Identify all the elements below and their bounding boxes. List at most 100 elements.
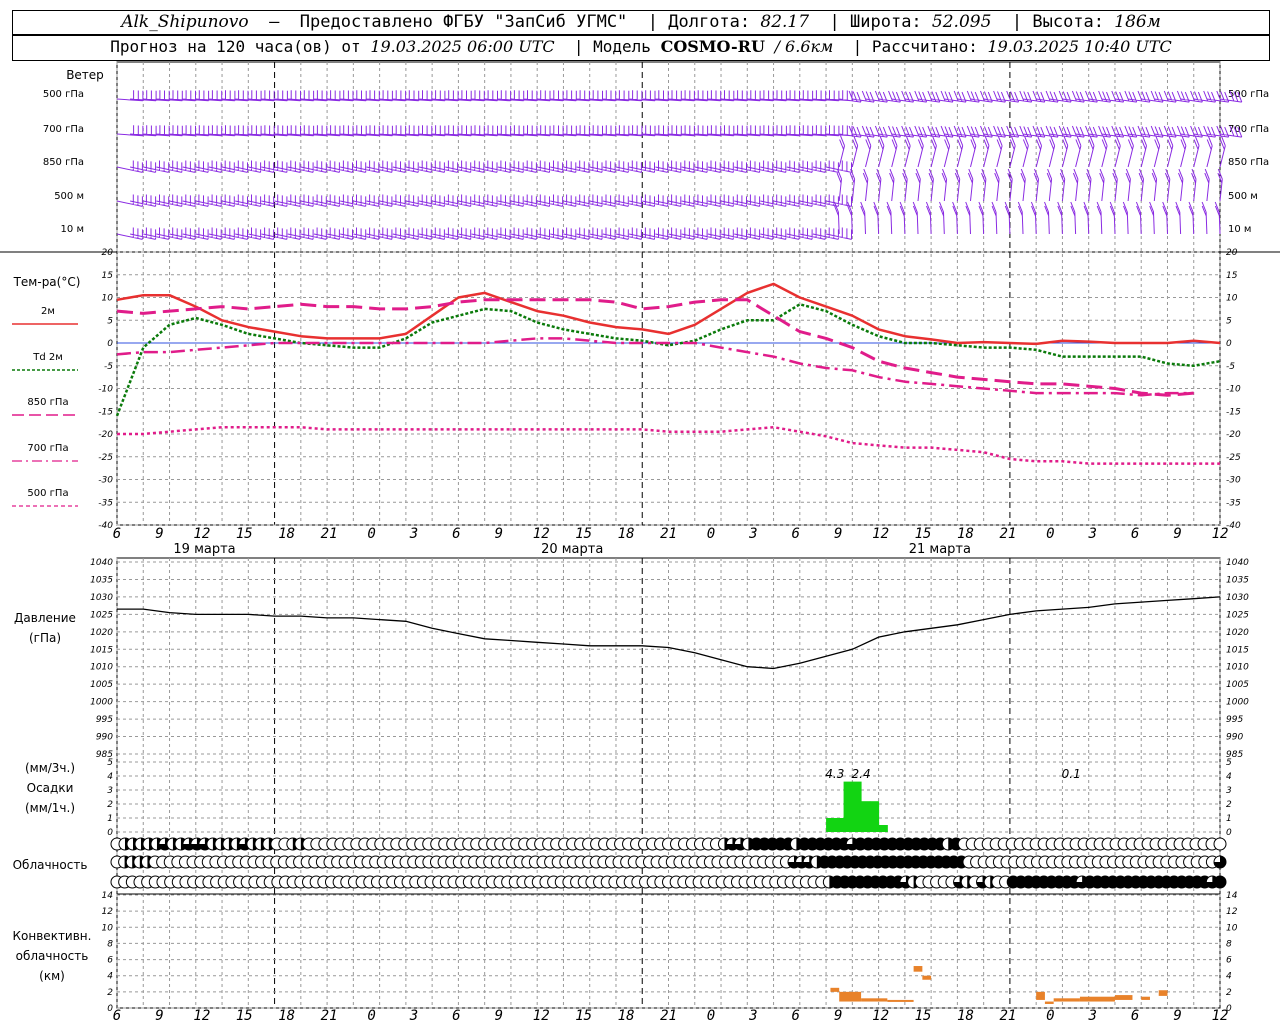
- temp-legend-label: 2м: [41, 306, 55, 317]
- date-label: 21 марта: [909, 542, 971, 557]
- conv-cloud-bar: [913, 966, 923, 972]
- temp-tick-label: 5: [107, 316, 113, 326]
- pressure-tick-label: 1015: [90, 645, 113, 655]
- temp-tick-label: -25: [1226, 453, 1241, 463]
- wind-level-label: 700 гПа: [1228, 124, 1269, 135]
- x-tick-label-upper: 6: [792, 526, 800, 542]
- wind-level-label: 10 м: [1228, 224, 1251, 235]
- cloud-title: Облачность: [12, 858, 88, 872]
- precip-tick-label: 2: [107, 800, 113, 810]
- temp-tick-label: -40: [98, 521, 113, 531]
- precip-tick-label: 3: [1226, 786, 1232, 796]
- x-tick-label-lower: 6: [1131, 1008, 1139, 1024]
- pressure-tick-label: 1025: [1226, 610, 1249, 620]
- x-tick-label-lower: 6: [792, 1008, 800, 1024]
- x-tick-label-lower: 12: [1212, 1008, 1229, 1024]
- conv-tick-label: 4: [107, 972, 113, 982]
- precip-bar: [843, 781, 853, 832]
- x-tick-label-upper: 6: [452, 526, 460, 542]
- conv-cloud-bar: [1044, 1001, 1054, 1004]
- pressure-tick-label: 1010: [1226, 663, 1249, 673]
- x-tick-label-lower: 3: [1088, 1008, 1097, 1024]
- x-tick-label-lower: 15: [915, 1008, 932, 1024]
- conv-cloud-bar: [922, 975, 932, 980]
- conv-tick-label: 14: [1226, 891, 1238, 901]
- t700-line: [116, 337, 1194, 397]
- temp-tick-label: -15: [98, 407, 113, 417]
- wind-barbs: [116, 90, 1243, 240]
- x-tick-label-upper: 12: [193, 526, 210, 542]
- pressure-tick-label: 1020: [90, 628, 113, 638]
- temp-tick-label: -20: [1226, 430, 1241, 440]
- meteogram: -40 -40-35 -35-30 -30-25 -25-20 -20-15 -15-10-…: [0, 61, 1280, 1024]
- conv-tick-label: 4: [1226, 972, 1232, 982]
- pressure-tick-label: 990: [96, 733, 113, 743]
- x-tick-label-lower: 6: [113, 1008, 121, 1024]
- wind-barb-row: [116, 168, 1223, 207]
- wind-level-label: 500 гПа: [1228, 89, 1269, 100]
- x-tick-label-upper: 15: [236, 526, 253, 542]
- x-tick-label-upper: 9: [1173, 526, 1181, 542]
- precip-annotation: 0.1: [1062, 767, 1081, 781]
- x-tick-label-lower: 9: [495, 1008, 503, 1024]
- wind-level-label: 500 м: [54, 191, 84, 202]
- conv-cloud-bar: [861, 998, 888, 1002]
- x-tick-label-lower: 0: [367, 1008, 375, 1024]
- wind-level-label: 10 м: [61, 224, 84, 235]
- precip-bar: [826, 818, 836, 832]
- x-tick-label-upper: 15: [915, 526, 932, 542]
- x-tick-label-upper: 18: [618, 526, 635, 542]
- cloud-cover-symbol: [1213, 837, 1227, 851]
- conv-tick-label: 6: [1226, 956, 1232, 966]
- x-tick-label-upper: 9: [834, 526, 842, 542]
- conv-tick-label: 2: [1226, 988, 1232, 998]
- temp-tick-label: 20: [102, 248, 114, 258]
- temp-tick-label: -20: [98, 430, 113, 440]
- x-tick-label-upper: 3: [1088, 526, 1097, 542]
- precip-bar: [869, 801, 880, 832]
- precip-tick-label: 4: [107, 772, 113, 782]
- temp-legend-label: 700 гПа: [27, 443, 68, 454]
- wind-level-label: 700 гПа: [43, 124, 84, 135]
- conv-tick-label: 6: [107, 956, 113, 966]
- precip-tick-label: 5: [107, 758, 113, 768]
- temp-tick-label: -15: [1226, 407, 1241, 417]
- x-tick-label-lower: 21: [321, 1008, 338, 1024]
- x-tick-label-lower: 3: [748, 1008, 757, 1024]
- conv-cloud-bar: [839, 991, 862, 1002]
- pressure-tick-label: 1010: [90, 663, 113, 673]
- pressure-title: Давление (гПа): [2, 608, 88, 648]
- x-tick-label-upper: 18: [957, 526, 974, 542]
- temp-tick-label: 15: [1226, 271, 1238, 281]
- conv-tick-label: 8: [107, 939, 113, 949]
- precip-tick-label: 0: [107, 828, 113, 838]
- conv-cloud-bar: [1079, 996, 1115, 1002]
- conv-title: Конвективн. облачность (км): [2, 926, 102, 986]
- x-tick-label-upper: 9: [495, 526, 503, 542]
- wind-title: Ветер: [66, 68, 104, 82]
- conv-label-3: (км): [39, 969, 65, 983]
- temp-tick-label: 20: [1226, 248, 1238, 258]
- temp-tick-label: 5: [1226, 316, 1232, 326]
- wind-level-label: 500 гПа: [43, 89, 84, 100]
- x-tick-label-lower: 18: [278, 1008, 295, 1024]
- t850-line: [116, 298, 1194, 397]
- pressure-tick-label: 995: [1226, 715, 1243, 725]
- x-tick-label-lower: 9: [1173, 1008, 1181, 1024]
- pressure-tick-label: 1000: [90, 698, 113, 708]
- x-tick-label-lower: 18: [618, 1008, 635, 1024]
- x-tick-label-lower: 0: [1046, 1008, 1054, 1024]
- pressure-tick-label: 1000: [1226, 698, 1249, 708]
- x-tick-label-upper: 3: [409, 526, 418, 542]
- conv-tick-label: 14: [102, 891, 114, 901]
- x-tick-label-upper: 18: [278, 526, 295, 542]
- conv-tick-label: 12: [1226, 907, 1238, 917]
- conv-tick-label: 12: [102, 907, 114, 917]
- temp-tick-label: 10: [102, 294, 114, 304]
- conv-cloud-bar: [830, 987, 840, 992]
- x-tick-label-upper: 21: [660, 526, 677, 542]
- wind-level-label: 850 гПа: [43, 157, 84, 168]
- pressure-tick-label: 1035: [90, 575, 113, 585]
- x-tick-label-upper: 6: [113, 526, 121, 542]
- precip-tick-label: 1: [107, 814, 113, 824]
